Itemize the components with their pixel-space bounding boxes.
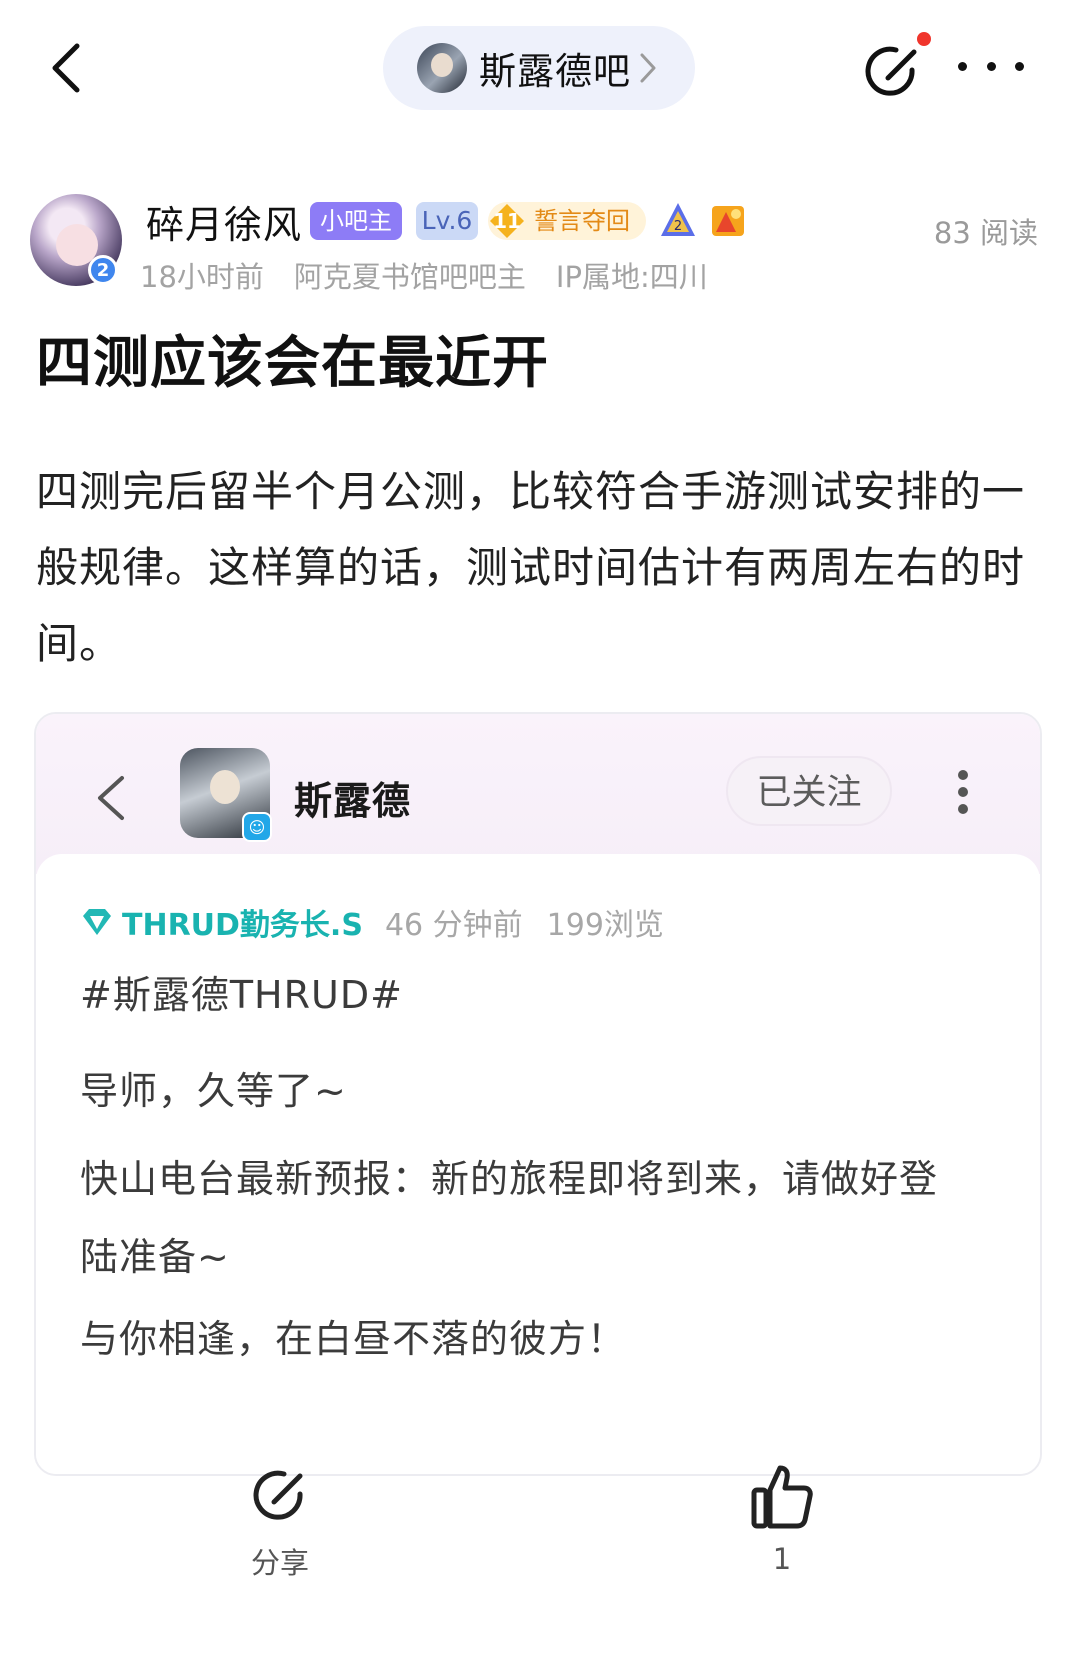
embed-header: ☺ 斯露德 已关注 <box>36 714 1040 874</box>
embed-views: 199浏览 <box>546 908 664 943</box>
like-count: 1 <box>772 1542 792 1576</box>
follow-button: 已关注 <box>726 756 892 826</box>
share-button[interactable]: 分享 <box>232 1462 328 1582</box>
bot-icon: ☺ <box>242 812 272 842</box>
forum-name: 斯露德吧 <box>479 50 631 93</box>
more-icon <box>956 770 970 814</box>
embed-time: 46 分钟前 <box>384 908 523 943</box>
share-label: 分享 <box>250 1546 309 1580</box>
oath-level: 11 <box>493 209 521 233</box>
notification-dot <box>917 32 931 46</box>
badge-icon <box>712 206 744 236</box>
author-name[interactable]: 碎月徐风 <box>146 194 302 249</box>
post-meta: 18小时前 阿克夏书馆吧吧主 IP属地:四川 <box>140 254 738 296</box>
embed-line: 快山电台最新预报：新的旅程即将到来，请做好登陆准备~ <box>80 1157 939 1279</box>
read-count: 83 阅读 <box>933 216 1038 250</box>
svg-text:2: 2 <box>674 219 682 234</box>
embed-line: 导师，久等了~ <box>80 1069 347 1113</box>
forum-avatar <box>417 43 467 93</box>
author-role: 阿克夏书馆吧吧主 <box>293 260 526 294</box>
oath-label: 誓言夺回 <box>534 207 630 235</box>
embed-hashtag: #斯露德THRUD# <box>80 973 403 1017</box>
compose-icon <box>865 46 917 96</box>
back-icon <box>98 776 124 820</box>
moderator-badge: 小吧主 <box>310 202 402 240</box>
post-title: 四测应该会在最近开 <box>36 331 549 396</box>
compose-button[interactable] <box>862 40 926 104</box>
share-icon <box>253 1470 303 1520</box>
avatar-level-badge: 2 <box>88 255 118 285</box>
like-button[interactable]: 1 <box>734 1462 830 1582</box>
thumbs-up-icon <box>751 1465 813 1529</box>
medal-icon: 2 <box>661 203 695 236</box>
ip-location: IP属地:四川 <box>555 260 708 294</box>
more-icon <box>958 61 967 71</box>
post-body: 四测完后留半个月公测，比较符合手游测试安排的一般规律。这样算的话，测试时间估计有… <box>36 467 1026 668</box>
embed-author: THRUD勤务长.S <box>122 908 363 943</box>
forum-link[interactable]: 斯露德吧 <box>383 26 695 110</box>
embedded-screenshot[interactable]: ☺ 斯露德 已关注 THRUD勤务长.S 46 分钟前 199浏览 #斯露德TH… <box>34 712 1042 1476</box>
level-badge: Lv.6 <box>416 202 478 240</box>
embed-account-name: 斯露德 <box>294 779 412 823</box>
gem-icon <box>83 909 111 935</box>
oath-badge: 11 誓言夺回 <box>488 202 646 240</box>
chevron-right-icon <box>639 48 667 88</box>
back-button[interactable] <box>40 36 92 100</box>
top-bar: 斯露德吧 <box>0 0 1080 140</box>
embed-line: 与你相逢，在白昼不落的彼方！ <box>80 1317 627 1361</box>
post-time: 18小时前 <box>140 260 264 294</box>
back-icon <box>52 43 80 93</box>
embed-content: THRUD勤务长.S 46 分钟前 199浏览 #斯露德THRUD# 导师，久等… <box>36 854 1040 1474</box>
embed-author-row: THRUD勤务长.S 46 分钟前 199浏览 <box>80 900 688 944</box>
more-button[interactable] <box>958 48 1024 84</box>
